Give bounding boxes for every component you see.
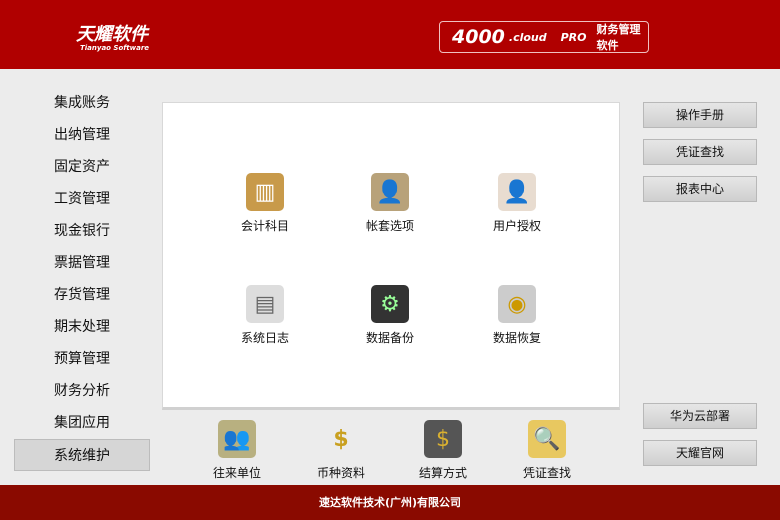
footer: 速达软件技术(广州)有限公司 xyxy=(0,485,780,520)
bottom-label: 凭证查找 xyxy=(522,466,571,480)
bottom-settlement[interactable]: $ 结算方式 xyxy=(393,420,493,481)
bottom-label: 往来单位 xyxy=(212,466,261,480)
voucher-search-button[interactable]: 凭证查找 xyxy=(643,139,757,165)
bottom-currency[interactable]: $ 币种资料 xyxy=(291,420,391,481)
sidebar-item[interactable]: 财务分析 xyxy=(14,375,150,407)
tile-label: 会计科目 xyxy=(240,219,289,233)
contacts-icon: 👥 xyxy=(218,420,256,458)
folder-user-icon: 👤 xyxy=(371,173,409,211)
backup-gear-icon: ⚙ xyxy=(371,285,409,323)
huawei-cloud-button[interactable]: 华为云部署 xyxy=(643,403,757,429)
bottom-voucher-search[interactable]: 🔍 凭证查找 xyxy=(497,420,597,481)
sidebar-item[interactable]: 期末处理 xyxy=(14,311,150,343)
tile-ledger-options[interactable]: 👤 帐套选项 xyxy=(340,173,440,234)
sidebar-item-selected[interactable]: 系统维护 xyxy=(14,439,150,471)
bottom-label: 币种资料 xyxy=(316,466,365,480)
bottom-label: 结算方式 xyxy=(418,466,467,480)
tile-label: 系统日志 xyxy=(240,331,289,345)
tile-accounts[interactable]: ▥ 会计科目 xyxy=(215,173,315,234)
tile-label: 数据恢复 xyxy=(492,331,541,345)
sidebar-item[interactable]: 存货管理 xyxy=(14,279,150,311)
brand-number: 4000 xyxy=(452,26,505,48)
tile-restore[interactable]: ◉ 数据恢复 xyxy=(467,285,567,346)
header: 天耀软件 Tianyao Software 4000 .cloud PRO 财务管理软件 xyxy=(0,0,780,69)
database-restore-icon: ◉ xyxy=(498,285,536,323)
logo-subtitle: Tianyao Software xyxy=(80,44,150,52)
function-panel: ▥ 会计科目 👤 帐套选项 👤 用户授权 ▤ 系统日志 ⚙ 数据备份 ◉ 数据恢复 xyxy=(162,102,620,410)
tile-user-auth[interactable]: 👤 用户授权 xyxy=(467,173,567,234)
official-site-button[interactable]: 天耀官网 xyxy=(643,440,757,466)
tile-label: 用户授权 xyxy=(492,219,541,233)
logo: 天耀软件 Tianyao Software xyxy=(76,20,149,52)
sidebar-item[interactable]: 工资管理 xyxy=(14,183,150,215)
brand-title: 财务管理软件 xyxy=(596,23,641,52)
pos-terminal-icon: $ xyxy=(424,420,462,458)
sidebar: 集成账务 出纳管理 固定资产 工资管理 现金银行 票据管理 存货管理 期末处理 … xyxy=(14,87,150,471)
tile-label: 帐套选项 xyxy=(365,219,414,233)
sidebar-item[interactable]: 预算管理 xyxy=(14,343,150,375)
tile-system-log[interactable]: ▤ 系统日志 xyxy=(215,285,315,346)
sidebar-item[interactable]: 固定资产 xyxy=(14,151,150,183)
tile-label: 数据备份 xyxy=(365,331,414,345)
books-icon: ▥ xyxy=(246,173,284,211)
brand-cloud: .cloud xyxy=(508,30,547,44)
bottom-contacts[interactable]: 👥 往来单位 xyxy=(187,420,287,481)
sidebar-item[interactable]: 集成账务 xyxy=(14,87,150,119)
brand-pro: PRO xyxy=(560,30,587,44)
document-icon: ▤ xyxy=(246,285,284,323)
sidebar-item[interactable]: 票据管理 xyxy=(14,247,150,279)
user-check-icon: 👤 xyxy=(498,173,536,211)
currency-icon: $ xyxy=(333,426,349,452)
folder-search-icon: 🔍 xyxy=(528,420,566,458)
manual-button[interactable]: 操作手册 xyxy=(643,102,757,128)
sidebar-item[interactable]: 集团应用 xyxy=(14,407,150,439)
tile-backup[interactable]: ⚙ 数据备份 xyxy=(340,285,440,346)
logo-text: 天耀软件 xyxy=(76,24,148,45)
sidebar-item[interactable]: 出纳管理 xyxy=(14,119,150,151)
product-badge: 4000 .cloud PRO 财务管理软件 xyxy=(439,21,649,53)
report-center-button[interactable]: 报表中心 xyxy=(643,176,757,202)
sidebar-item[interactable]: 现金银行 xyxy=(14,215,150,247)
